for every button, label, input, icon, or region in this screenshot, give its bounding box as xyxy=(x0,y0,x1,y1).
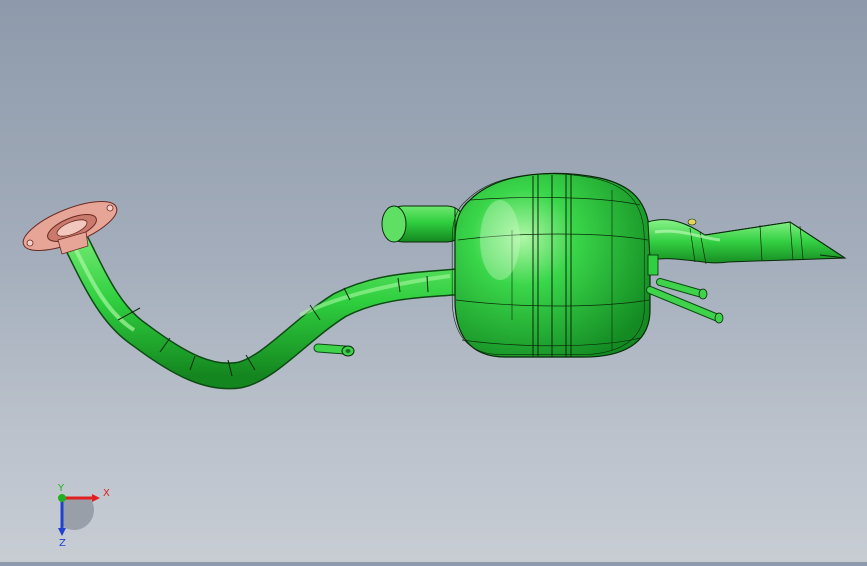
muffler-body[interactable] xyxy=(451,172,651,358)
triad-plane-shading xyxy=(62,498,94,530)
x-arrow-head xyxy=(92,494,100,502)
cad-3d-viewport[interactable]: X Y Z xyxy=(0,0,867,562)
muffler-hanger-rods[interactable] xyxy=(646,254,724,324)
y-axis-label: Y xyxy=(57,483,65,494)
upper-inlet-pipe[interactable] xyxy=(381,205,466,243)
front-pipe[interactable] xyxy=(61,226,469,390)
inlet-flange[interactable] xyxy=(17,192,122,261)
z-axis-label: Z xyxy=(59,538,66,549)
pipe-hanger-bracket[interactable] xyxy=(313,343,355,357)
exhaust-assembly-model[interactable] xyxy=(0,0,867,562)
y-axis-dot xyxy=(58,494,66,502)
z-arrow-head xyxy=(58,528,66,536)
tail-pipe[interactable] xyxy=(647,218,847,265)
x-axis-label: X xyxy=(103,488,110,499)
coordinate-triad: X Y Z xyxy=(40,480,120,550)
